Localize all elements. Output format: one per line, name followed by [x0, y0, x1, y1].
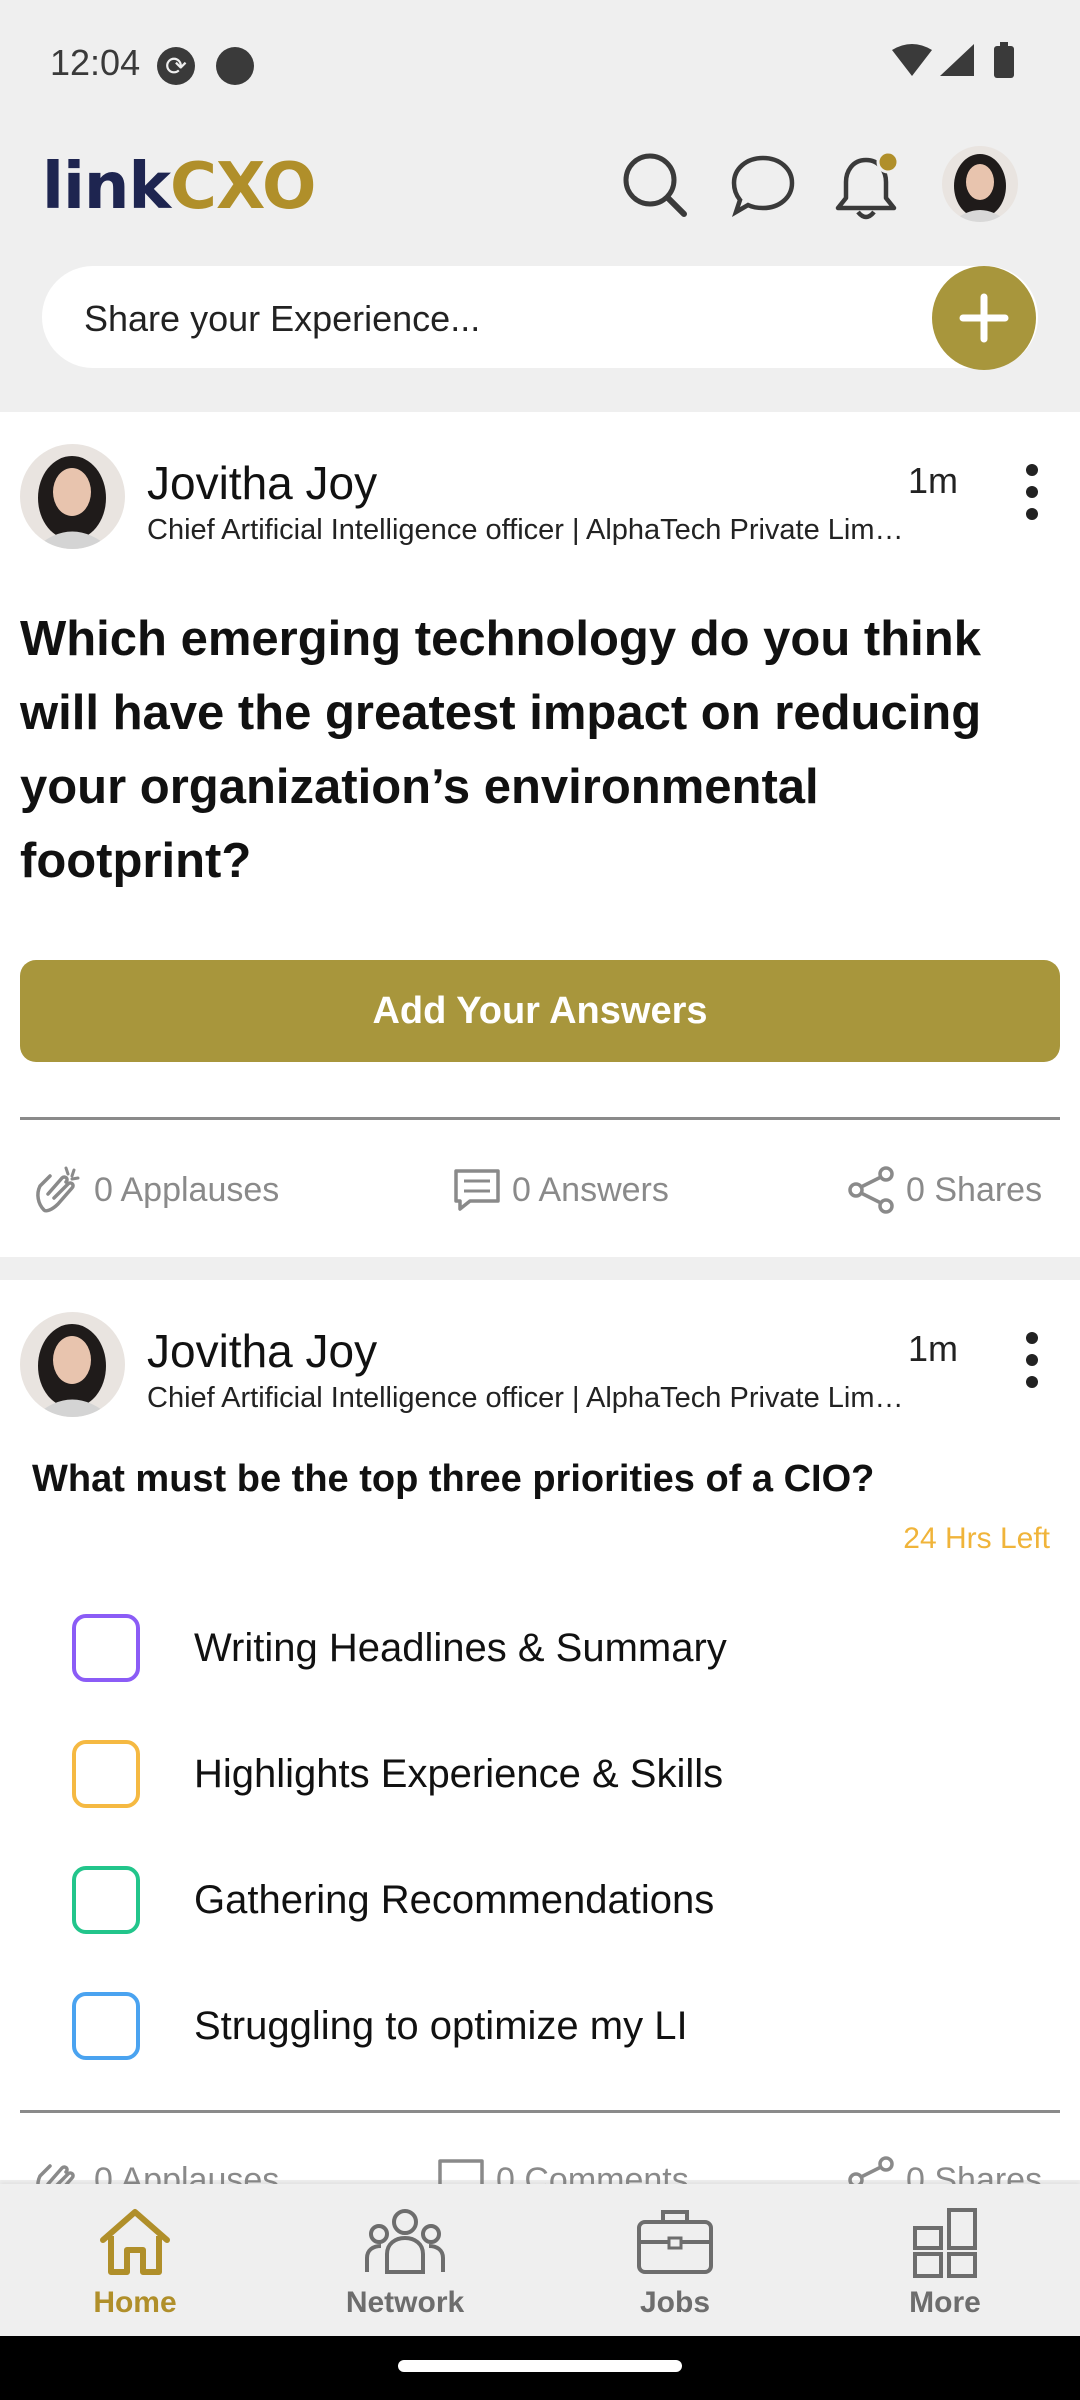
- status-bar: 12:04 ⟳: [0, 0, 1080, 130]
- checkbox-icon[interactable]: [72, 1866, 140, 1934]
- nav-jobs[interactable]: Jobs: [575, 2202, 775, 2332]
- more-options-icon[interactable]: [1012, 1330, 1052, 1390]
- poll-card: Jovitha Joy Chief Artificial Intelligenc…: [0, 1280, 1080, 2203]
- bottom-navigation: Home Network Jobs More: [0, 2184, 1080, 2336]
- nav-home[interactable]: Home: [35, 2202, 235, 2332]
- nav-home-label: Home: [93, 2286, 177, 2319]
- bell-icon[interactable]: [832, 148, 908, 224]
- clap-icon: [36, 1166, 80, 1213]
- search-icon[interactable]: [620, 150, 690, 220]
- nav-network[interactable]: Network: [305, 2202, 505, 2332]
- share-icon: [848, 1166, 894, 1214]
- poll-option[interactable]: Highlights Experience & Skills: [72, 1740, 972, 1810]
- divider: [20, 1117, 1060, 1120]
- share-experience-input[interactable]: Share your Experience...: [42, 266, 1038, 368]
- post-question: Which emerging technology do you think w…: [20, 612, 982, 888]
- author-title: Chief Artificial Intelligence officer | …: [147, 514, 907, 546]
- poll-option-label: Writing Headlines & Summary: [194, 1626, 727, 1670]
- grid-icon: [913, 2208, 977, 2278]
- add-answers-button[interactable]: Add Your Answers: [20, 960, 1060, 1062]
- applause-count: 0 Applauses: [94, 1170, 280, 1209]
- checkbox-icon[interactable]: [72, 1740, 140, 1808]
- poll-option[interactable]: Writing Headlines & Summary: [72, 1614, 972, 1684]
- answers-count: 0 Answers: [512, 1170, 669, 1209]
- author-name[interactable]: Jovitha Joy: [147, 456, 377, 510]
- post-stats: 0 Applauses 0 Answers 0 Shares: [0, 1160, 1080, 1220]
- plus-icon: [959, 293, 1009, 343]
- author-avatar[interactable]: [20, 444, 125, 549]
- nav-more-label: More: [909, 2286, 981, 2319]
- app-header: linkCXO: [0, 130, 1080, 260]
- divider: [20, 2110, 1060, 2113]
- nav-network-label: Network: [345, 2286, 465, 2319]
- checkbox-icon[interactable]: [72, 1992, 140, 2060]
- briefcase-icon: [637, 2210, 713, 2274]
- share-placeholder: Share your Experience...: [84, 298, 481, 339]
- home-icon: [100, 2209, 170, 2275]
- post-time: 1m: [908, 1328, 959, 1369]
- post-time: 1m: [908, 460, 959, 501]
- status-time: 12:04: [50, 42, 141, 83]
- answers-button[interactable]: 0 Answers: [452, 1160, 669, 1220]
- shares-count: 0 Shares: [906, 1170, 1043, 1209]
- poll-question: What must be the top three priorities of…: [32, 1458, 875, 1500]
- poll-option[interactable]: Gathering Recommendations: [72, 1866, 972, 1936]
- poll-option-label: Highlights Experience & Skills: [194, 1752, 724, 1796]
- create-post-button[interactable]: [932, 266, 1036, 370]
- author-avatar[interactable]: [20, 1312, 125, 1417]
- post-card: Jovitha Joy Chief Artificial Intelligenc…: [0, 412, 1080, 1257]
- chat-icon[interactable]: [728, 150, 798, 220]
- comment-icon: [454, 1169, 500, 1211]
- network-icon: [365, 2209, 445, 2274]
- author-name[interactable]: Jovitha Joy: [147, 1324, 377, 1378]
- home-gesture-handle[interactable]: [398, 2360, 682, 2372]
- more-options-icon[interactable]: [1012, 462, 1052, 522]
- notification-dot-icon: [216, 47, 254, 85]
- poll-option-label: Gathering Recommendations: [194, 1878, 715, 1922]
- system-gesture-bar: [0, 2336, 1080, 2400]
- poll-time-left: 24 Hrs Left: [903, 1522, 1050, 1555]
- profile-avatar[interactable]: [942, 146, 1018, 222]
- author-title: Chief Artificial Intelligence officer | …: [147, 1382, 907, 1414]
- applause-button[interactable]: 0 Applauses: [32, 1160, 279, 1220]
- poll-option-label: Struggling to optimize my LI: [194, 2004, 688, 2048]
- sync-icon: ⟳: [157, 47, 195, 85]
- nav-jobs-label: Jobs: [639, 2286, 711, 2319]
- signal-battery-icons: [892, 42, 1014, 78]
- linkcxo-logo[interactable]: linkCXO: [42, 150, 316, 224]
- nav-more[interactable]: More: [845, 2202, 1045, 2332]
- checkbox-icon[interactable]: [72, 1614, 140, 1682]
- poll-option[interactable]: Struggling to optimize my LI: [72, 1992, 972, 2062]
- share-button[interactable]: 0 Shares: [846, 1160, 1042, 1220]
